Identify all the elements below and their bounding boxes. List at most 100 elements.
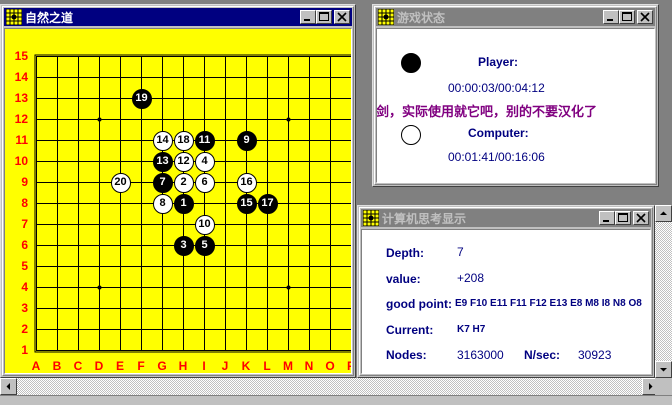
file-label: H	[178, 359, 188, 373]
close-icon	[640, 12, 650, 22]
scroll-left-button[interactable]	[0, 378, 17, 395]
app-icon	[363, 210, 379, 226]
player-time: 00:00:03/00:04:12	[448, 81, 545, 95]
nodes-value: 3163000	[457, 348, 504, 362]
white-stone: 14	[152, 130, 173, 151]
good-point-label: good point:	[386, 297, 452, 311]
minimize-icon	[603, 220, 609, 222]
black-stone: 5	[194, 235, 215, 256]
file-label: A	[31, 359, 41, 373]
rank-label: 12	[14, 112, 28, 126]
file-label: N	[304, 359, 314, 373]
rank-label: 14	[14, 70, 28, 84]
depth-label: Depth:	[386, 246, 424, 260]
current-value: K7 H7	[457, 324, 486, 335]
maximize-button[interactable]	[316, 10, 332, 24]
depth-value: 7	[457, 245, 464, 259]
arrow-left-icon	[6, 383, 10, 390]
white-stone: 2	[173, 172, 194, 193]
value-value: +208	[457, 271, 485, 285]
nsec-label: N/sec:	[524, 348, 561, 362]
think-window-title: 计算机思考显示	[382, 211, 467, 226]
black-stone: 13	[152, 151, 173, 172]
arrow-up-icon	[660, 211, 667, 215]
close-button[interactable]	[633, 211, 649, 225]
minimize-icon	[304, 19, 310, 21]
minimize-icon	[607, 19, 613, 21]
maximize-button[interactable]	[619, 10, 635, 24]
white-stone: 16	[236, 172, 257, 193]
nodes-label: Nodes:	[386, 348, 427, 362]
black-stone: 15	[236, 193, 257, 214]
file-label: F	[137, 359, 145, 373]
file-label: D	[94, 359, 104, 373]
board-window: 自然之道 15 14 13 12 11 10 9 8 7 6 5 4 3 2 1 ABCDEFGHIJKLM…	[0, 4, 356, 378]
rank-label: 11	[15, 133, 28, 147]
minimize-button[interactable]	[603, 10, 619, 24]
horizontal-scrollbar[interactable]	[0, 378, 659, 395]
rank-label: 1	[21, 343, 28, 357]
minimize-button[interactable]	[300, 10, 316, 24]
file-label: J	[221, 359, 229, 373]
player-stone-indicator	[401, 53, 421, 73]
file-label: C	[73, 359, 83, 373]
computer-time: 00:01:41/00:16:06	[448, 150, 545, 164]
rank-label: 5	[21, 259, 28, 273]
white-stone: 8	[152, 193, 173, 214]
star-point	[286, 285, 291, 290]
rank-label: 13	[14, 91, 28, 105]
status-panel: Player: 00:00:03/00:04:12 剑，实际使用就它吧，别的不要…	[376, 28, 655, 183]
rank-label: 8	[21, 196, 28, 210]
black-stone: 17	[257, 193, 278, 214]
white-stone: 6	[194, 172, 215, 193]
file-label: K	[241, 359, 251, 373]
white-stone: 10	[194, 214, 215, 235]
star-point	[286, 117, 291, 122]
rank-label: 4	[21, 280, 28, 294]
maximize-button[interactable]	[615, 211, 631, 225]
close-icon	[636, 213, 646, 223]
overlay-note: 剑，实际使用就它吧，别的不要汉化了	[376, 105, 598, 120]
player-label: Player:	[478, 55, 519, 69]
computer-label: Computer:	[468, 126, 529, 140]
scroll-down-button[interactable]	[655, 361, 672, 378]
rank-label: 10	[14, 154, 28, 168]
file-label: G	[157, 359, 167, 373]
value-label: value:	[386, 272, 421, 286]
black-stone: 9	[236, 130, 257, 151]
board-window-title: 自然之道	[25, 10, 74, 25]
black-stone: 3	[173, 235, 194, 256]
think-window: 计算机思考显示 Depth: 7 value: +208 good point:…	[357, 205, 655, 378]
close-button[interactable]	[637, 10, 653, 24]
black-stone: 7	[152, 172, 173, 193]
vertical-scrollbar[interactable]	[655, 205, 672, 378]
black-stone: 19	[131, 88, 152, 109]
rank-label: 7	[21, 217, 28, 231]
maximize-icon	[618, 213, 628, 222]
rank-label: 9	[21, 175, 28, 189]
close-icon	[337, 12, 347, 22]
think-window-titlebar[interactable]: 计算机思考显示	[361, 209, 651, 227]
file-label: B	[52, 359, 62, 373]
board-window-titlebar[interactable]: 自然之道	[4, 8, 352, 26]
file-label: M	[283, 359, 293, 373]
nsec-value: 30923	[578, 348, 612, 362]
rank-label: 6	[21, 238, 28, 252]
arrow-down-icon	[660, 368, 667, 372]
board-area[interactable]: 151413121110987654321 ABCDEFGHIJKLMNOP 1…	[4, 28, 352, 374]
close-button[interactable]	[334, 10, 350, 24]
white-stone: 20	[110, 172, 131, 193]
star-point	[97, 117, 102, 122]
white-stone: 18	[173, 130, 194, 151]
file-label: E	[115, 359, 124, 373]
think-panel: Depth: 7 value: +208 good point: E9 F10 …	[361, 229, 651, 374]
scroll-up-button[interactable]	[655, 205, 672, 222]
file-label: L	[263, 359, 271, 373]
minimize-button[interactable]	[599, 211, 615, 225]
status-window-titlebar[interactable]: 游戏状态	[376, 8, 655, 26]
file-label: I	[202, 359, 206, 373]
rank-label: 3	[21, 301, 28, 315]
good-point-value: E9 F10 E11 F11 F12 E13 E8 M8 I8 N8 O8	[455, 298, 642, 309]
maximize-icon	[622, 12, 632, 21]
app-icon	[378, 9, 394, 25]
